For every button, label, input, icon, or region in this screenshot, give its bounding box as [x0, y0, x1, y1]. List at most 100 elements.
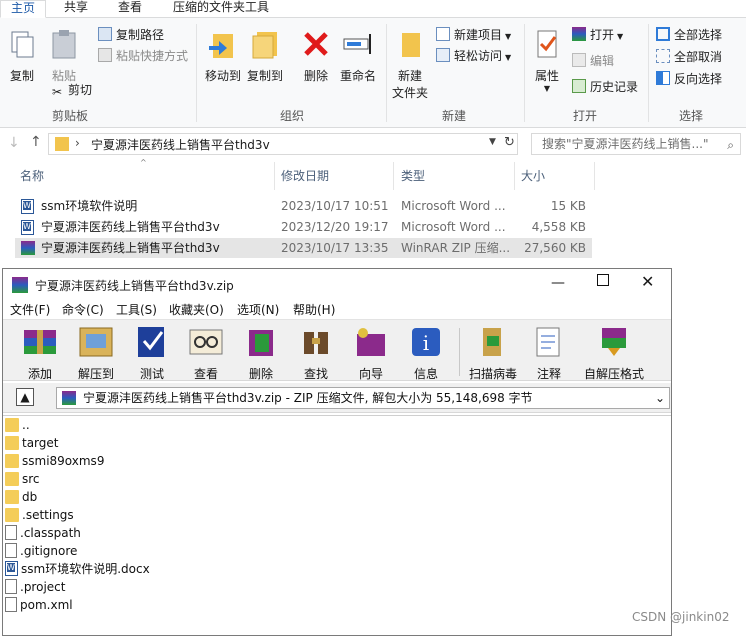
- maximize-icon[interactable]: [597, 274, 609, 286]
- info-button[interactable]: i 信息: [401, 324, 451, 382]
- file-row[interactable]: 宁夏源沣医药线上销售平台thd3v 2023/12/20 19:17 Micro…: [15, 217, 592, 237]
- file-icon: [5, 579, 17, 594]
- rar-delete-label: 删除: [248, 367, 273, 381]
- wizard-button[interactable]: 向导: [346, 324, 396, 382]
- rar-delete-button[interactable]: 删除: [236, 324, 286, 382]
- wizard-label: 向导: [358, 367, 383, 381]
- extract-folder-icon: [79, 327, 113, 357]
- archive-list-item[interactable]: src: [5, 470, 40, 488]
- open-group-label: 打开: [572, 109, 597, 123]
- menu-bar: 文件(F) 命令(C) 工具(S) 收藏夹(O) 选项(N) 帮助(H): [3, 299, 671, 319]
- tab-compressed-tools[interactable]: 压缩的文件夹工具: [163, 0, 279, 18]
- archive-list-item[interactable]: ssm环境软件说明.docx: [5, 560, 150, 578]
- tab-view[interactable]: 查看: [108, 0, 152, 18]
- extract-to-button[interactable]: 解压到: [71, 324, 121, 382]
- menu-file[interactable]: 文件(F): [10, 301, 50, 318]
- menu-command[interactable]: 命令(C): [62, 301, 104, 318]
- up-arrow-icon[interactable]: ↑: [30, 134, 42, 150]
- copy-path-button[interactable]: 复制路径: [98, 26, 164, 44]
- minimize-icon[interactable]: —: [551, 275, 565, 291]
- edit-button[interactable]: 编辑: [572, 52, 614, 70]
- column-header-type[interactable]: 类型: [401, 166, 425, 190]
- paste-button[interactable]: 粘贴: [48, 28, 80, 84]
- archive-list-item[interactable]: ..: [5, 416, 30, 434]
- add-archive-icon: [24, 330, 56, 354]
- edit-label: 编辑: [590, 54, 615, 68]
- column-divider[interactable]: [594, 162, 595, 190]
- new-item-label: 新建项目: [454, 28, 503, 42]
- new-item-button[interactable]: 新建项目 ▼: [436, 26, 511, 44]
- close-icon[interactable]: ✕: [641, 272, 654, 291]
- search-input[interactable]: 搜索"宁夏源沣医药线上销售..." ⌕: [531, 133, 741, 155]
- properties-dropdown-icon: ▼: [543, 84, 551, 93]
- archive-list-item[interactable]: .gitignore: [5, 542, 77, 560]
- archive-list-item[interactable]: db: [5, 488, 37, 506]
- view-button[interactable]: 查看: [181, 324, 231, 382]
- easy-access-button[interactable]: 轻松访问 ▼: [436, 47, 511, 65]
- archive-item-name: ssmi89oxms9: [22, 454, 105, 468]
- move-to-button[interactable]: 移动到: [204, 28, 242, 84]
- info-icon: i: [412, 328, 440, 356]
- cut-button[interactable]: ✂ 剪切: [50, 81, 92, 99]
- test-label: 测试: [139, 367, 164, 381]
- test-button[interactable]: 测试: [127, 324, 177, 382]
- archive-list-item[interactable]: .project: [5, 578, 65, 596]
- archive-list-item[interactable]: pom.xml: [5, 596, 73, 614]
- history-button[interactable]: 历史记录: [572, 78, 638, 96]
- address-dropdown-icon[interactable]: ▼: [489, 137, 496, 147]
- column-divider[interactable]: [274, 162, 275, 190]
- archive-path-field[interactable]: 宁夏源沣医药线上销售平台thd3v.zip - ZIP 压缩文件, 解包大小为 …: [56, 387, 670, 409]
- file-row[interactable]: 宁夏源沣医药线上销售平台thd3v 2023/10/17 13:35 WinRA…: [15, 238, 592, 258]
- file-icon: [5, 525, 17, 540]
- scan-virus-button[interactable]: 扫描病毒: [465, 324, 521, 382]
- menu-tools[interactable]: 工具(S): [116, 301, 157, 318]
- rename-button[interactable]: 重命名: [338, 28, 378, 84]
- file-date: 2023/12/20 19:17: [281, 220, 389, 234]
- file-row[interactable]: ssm环境软件说明 2023/10/17 10:51 Microsoft Wor…: [15, 196, 592, 216]
- refresh-icon[interactable]: ↻: [504, 135, 515, 150]
- word-doc-icon: [5, 561, 18, 576]
- archive-list-item[interactable]: ssmi89oxms9: [5, 452, 104, 470]
- menu-favorites[interactable]: 收藏夹(O): [169, 301, 224, 318]
- open-button[interactable]: 打开 ▼: [572, 26, 623, 44]
- find-button[interactable]: 查找: [291, 324, 341, 382]
- archive-item-name: db: [22, 490, 38, 504]
- search-icon: ⌕: [727, 138, 734, 152]
- menu-help[interactable]: 帮助(H): [293, 301, 335, 318]
- invert-selection-button[interactable]: 反向选择: [656, 70, 722, 88]
- column-header-size[interactable]: 大小: [521, 166, 545, 190]
- add-button[interactable]: 添加: [15, 324, 65, 382]
- select-none-button[interactable]: 全部取消: [656, 48, 722, 66]
- column-header-date[interactable]: 修改日期: [281, 166, 329, 190]
- select-none-label: 全部取消: [674, 50, 723, 64]
- copy-to-label: 复制到: [246, 69, 283, 83]
- extract-to-label: 解压到: [77, 367, 114, 381]
- copy-button[interactable]: 复制: [6, 28, 38, 84]
- watermark-text: CSDN @jinkin02: [632, 610, 730, 624]
- menu-options[interactable]: 选项(N): [237, 301, 279, 318]
- sfx-button[interactable]: 自解压格式: [579, 324, 649, 382]
- address-bar[interactable]: › 宁夏源沣医药线上销售平台thd3v ▼ ↻: [48, 133, 518, 155]
- delete-button[interactable]: 删除: [300, 28, 332, 84]
- back-arrow-icon[interactable]: ↓: [8, 135, 20, 151]
- tab-share[interactable]: 共享: [54, 0, 98, 18]
- archive-list-item[interactable]: .classpath: [5, 524, 81, 542]
- comment-label: 注释: [536, 367, 561, 381]
- comment-button[interactable]: 注释: [524, 324, 574, 382]
- copy-icon: [11, 31, 34, 58]
- path-dropdown-icon[interactable]: ⌄: [655, 388, 665, 408]
- column-divider[interactable]: [514, 162, 515, 190]
- archive-item-name: ..: [22, 418, 30, 432]
- up-folder-icon[interactable]: ▲: [16, 388, 34, 406]
- svg-text:i: i: [423, 331, 429, 355]
- new-folder-button[interactable]: 新建 文件夹: [390, 28, 430, 101]
- select-all-button[interactable]: 全部选择: [656, 26, 722, 44]
- tab-home[interactable]: 主页: [0, 0, 47, 18]
- copy-to-button[interactable]: 复制到: [246, 28, 284, 84]
- archive-list-item[interactable]: target: [5, 434, 59, 452]
- properties-button[interactable]: 属性 ▼: [530, 28, 564, 93]
- archive-list-item[interactable]: .settings: [5, 506, 74, 524]
- column-divider[interactable]: [393, 162, 394, 190]
- column-header-name[interactable]: 名称: [20, 166, 44, 190]
- paste-shortcut-button[interactable]: 粘贴快捷方式: [98, 47, 188, 65]
